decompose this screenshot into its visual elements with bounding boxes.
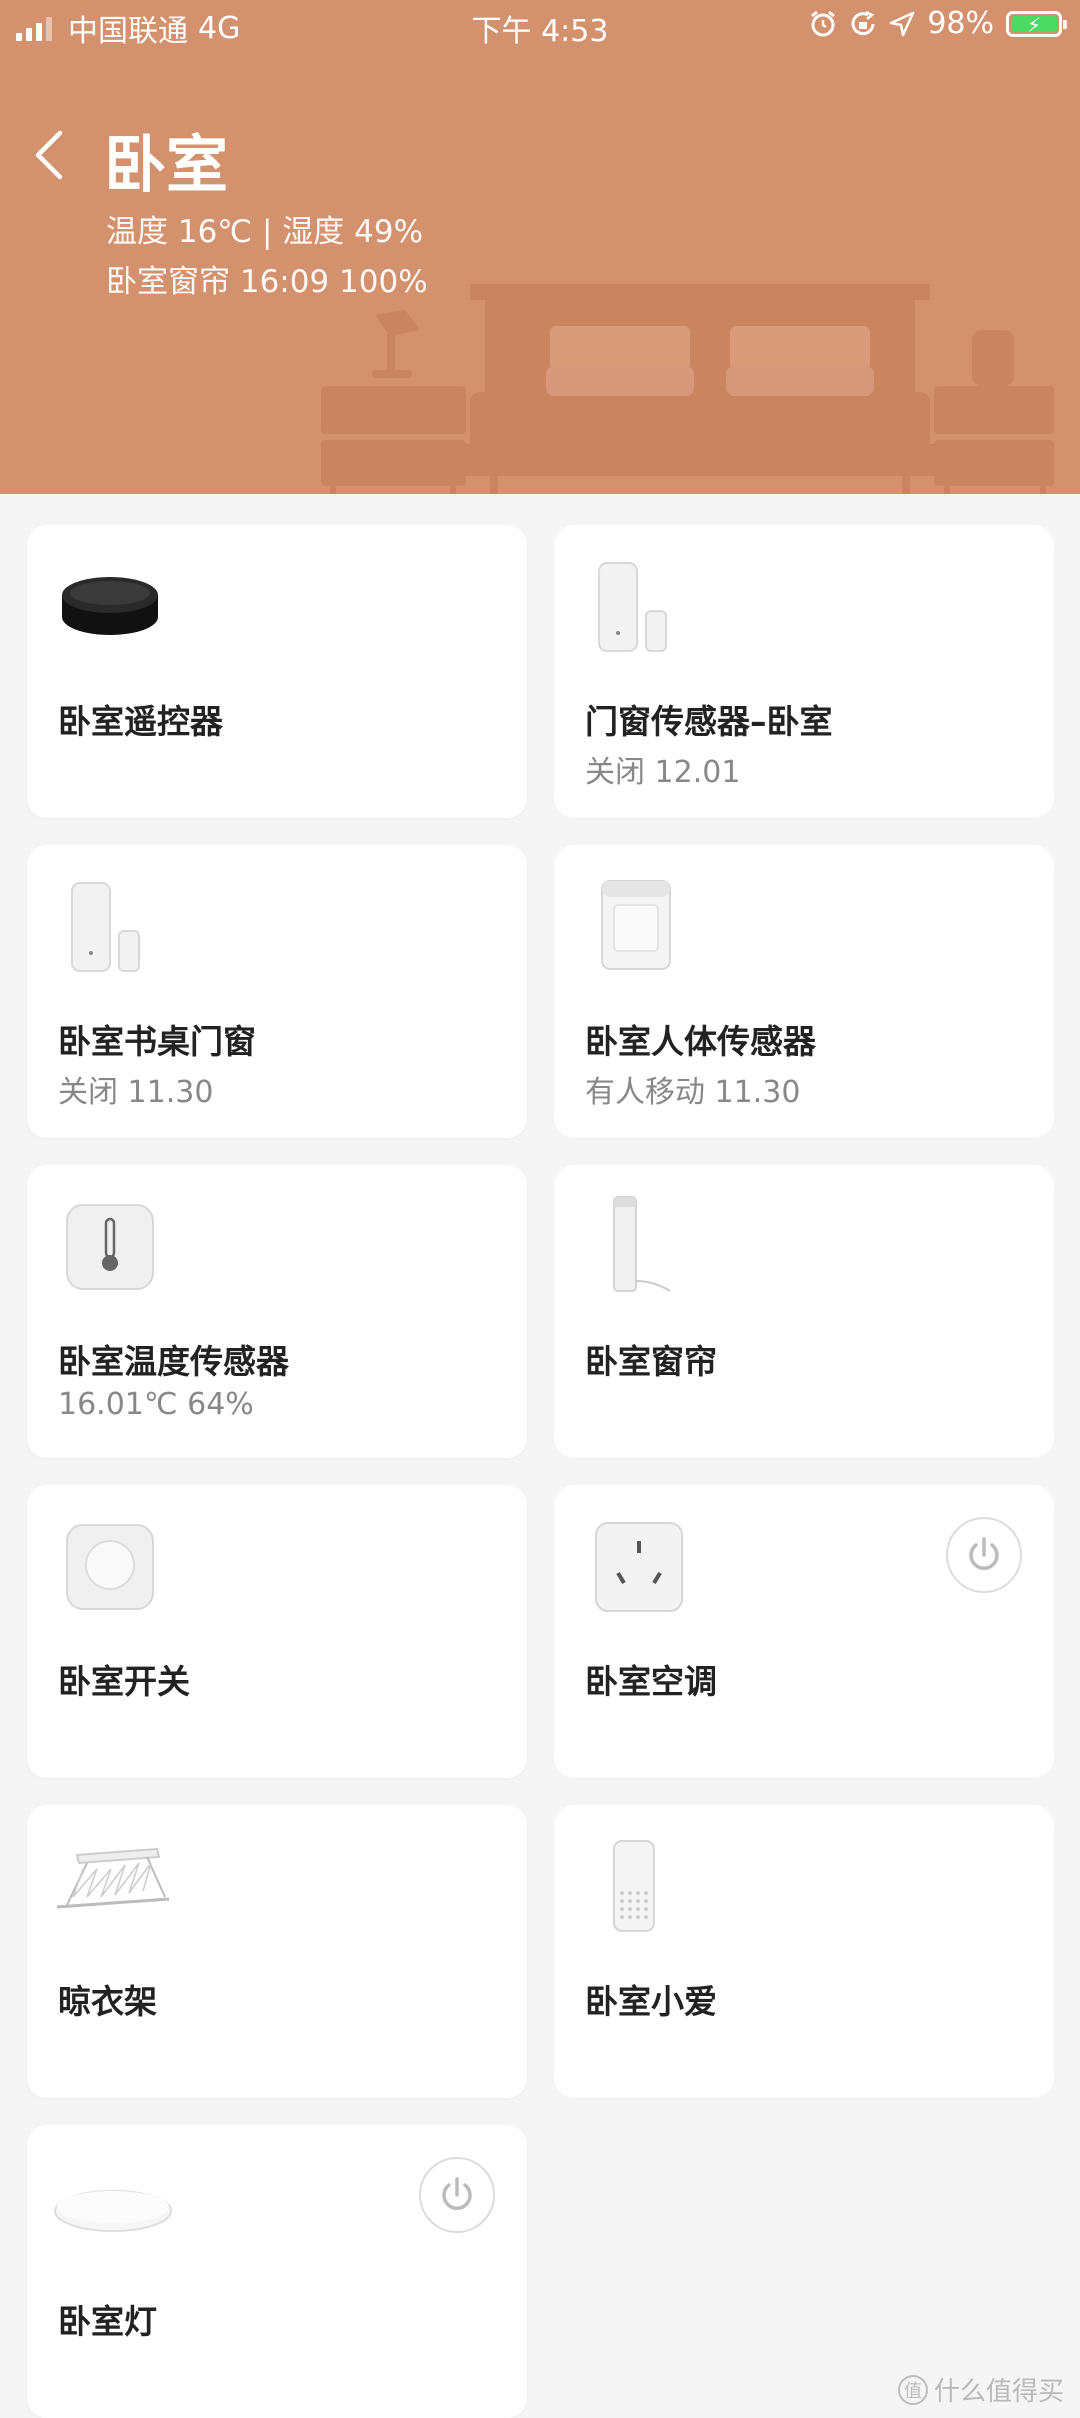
device-card[interactable]: 卧室小爱 — [554, 1805, 1054, 2098]
device-name: 卧室小爱 — [585, 1982, 717, 2021]
device-name: 卧室人体传感器 — [585, 1022, 816, 1061]
device-name: 卧室遥控器 — [58, 702, 223, 741]
smart-speaker-icon — [613, 1840, 655, 1932]
temperature-sensor-icon — [66, 1204, 154, 1290]
device-name: 晾衣架 — [58, 1982, 157, 2021]
battery-icon: ⚡ — [1006, 10, 1067, 37]
ac-plug-icon — [595, 1522, 683, 1612]
alarm-icon — [811, 10, 836, 36]
device-card[interactable]: 卧室开关 — [27, 1485, 527, 1778]
device-status: 关闭 11.30 — [58, 1075, 214, 1110]
status-bar: 中国联通 4G 下午 4:53 98% ⚡ — [0, 0, 1080, 50]
room-header: 中国联通 4G 下午 4:53 98% ⚡ 卧室 温度 16℃ | 湿度 49%… — [0, 0, 1080, 494]
device-card[interactable]: 卧室窗帘 — [554, 1165, 1054, 1458]
curtain-status-info: 卧室窗帘 16:09 100% — [106, 264, 428, 300]
ceiling-light-icon — [54, 2190, 172, 2232]
watermark: 值 什么值得买 — [897, 2371, 1064, 2408]
power-button[interactable] — [946, 1517, 1022, 1593]
rotation-lock-icon — [851, 10, 875, 35]
power-button[interactable] — [419, 2157, 495, 2233]
clock: 下午 4:53 — [471, 14, 609, 49]
device-name: 卧室窗帘 — [585, 1342, 717, 1381]
power-icon — [969, 1537, 999, 1570]
door-window-sensor-icon — [71, 882, 140, 972]
wireless-switch-icon — [66, 1524, 154, 1610]
device-status: 有人移动 11.30 — [585, 1075, 801, 1110]
clothes-rack-icon — [56, 1847, 170, 1909]
curtain-motor-icon — [613, 1196, 671, 1292]
location-icon — [890, 11, 915, 36]
device-name: 卧室灯 — [58, 2302, 157, 2341]
device-grid: 卧室遥控器 门窗传感器–卧室 关闭 12.01 卧室书桌门窗 关闭 11.30 … — [27, 525, 1054, 2418]
device-name: 卧室空调 — [585, 1662, 717, 1701]
device-status: 关闭 12.01 — [585, 755, 741, 790]
temperature-humidity-info: 温度 16℃ | 湿度 49% — [106, 214, 424, 250]
device-name: 卧室温度传感器 — [58, 1342, 289, 1381]
device-card[interactable]: 卧室空调 — [554, 1485, 1054, 1778]
device-card[interactable]: 卧室温度传感器 16.01℃ 64% — [27, 1165, 527, 1458]
ir-remote-icon — [62, 577, 158, 635]
device-name: 卧室开关 — [58, 1662, 190, 1701]
device-status: 16.01℃ 64% — [58, 1387, 254, 1422]
page-title: 卧室 — [104, 128, 229, 201]
power-icon — [442, 2177, 472, 2210]
device-card[interactable]: 卧室遥控器 — [27, 525, 527, 818]
device-card[interactable]: 卧室灯 — [27, 2125, 527, 2418]
device-card[interactable]: 晾衣架 — [27, 1805, 527, 2098]
device-card[interactable]: 门窗传感器–卧室 关闭 12.01 — [554, 525, 1054, 818]
door-window-sensor-icon — [598, 562, 667, 652]
device-card[interactable]: 卧室人体传感器 有人移动 11.30 — [554, 845, 1054, 1138]
device-card[interactable]: 卧室书桌门窗 关闭 11.30 — [27, 845, 527, 1138]
battery-percent: 98% — [927, 6, 994, 41]
device-name: 卧室书桌门窗 — [58, 1022, 256, 1061]
watermark-text: 什么值得买 — [933, 2377, 1064, 2407]
bedroom-illustration — [321, 284, 1054, 494]
back-button[interactable] — [30, 125, 70, 185]
motion-sensor-icon — [601, 880, 671, 970]
watermark-badge: 值 — [897, 2374, 928, 2405]
device-name: 门窗传感器–卧室 — [585, 702, 833, 741]
